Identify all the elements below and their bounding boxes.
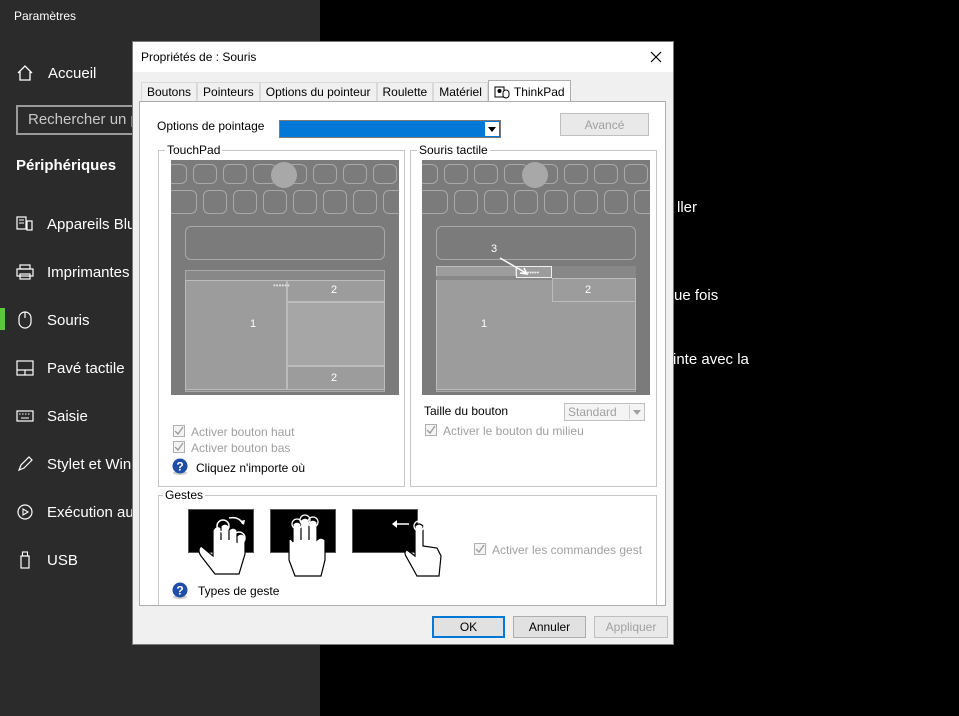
autoplay-icon: [16, 503, 34, 521]
check-icon: [174, 442, 184, 452]
tab-hardware[interactable]: Matériel: [433, 82, 488, 102]
pointing-options-label: Options de pointage: [157, 119, 265, 133]
touchpad-region-label: 2: [331, 372, 338, 384]
enable-top-button-label: Activer bouton haut: [191, 425, 295, 439]
home-label: Accueil: [48, 64, 97, 82]
touchpad-icon: [16, 359, 34, 377]
content-text-fragment: ue fois: [674, 287, 719, 304]
section-title: Périphériques: [16, 157, 117, 174]
enable-top-button-checkbox[interactable]: [173, 425, 185, 437]
help-icon[interactable]: ?: [171, 582, 189, 600]
check-icon: [426, 425, 436, 435]
enable-gesture-commands-checkbox[interactable]: [474, 543, 486, 555]
touchpad-region-label: 1: [250, 318, 257, 330]
cancel-button[interactable]: Annuler: [513, 616, 586, 638]
dialog-title: Propriétés de : Souris: [141, 50, 257, 64]
button-size-value: Standard: [568, 405, 617, 419]
check-icon: [174, 426, 184, 436]
touchpad-region-label: 2: [331, 284, 338, 296]
touch-mouse-group: Souris tactile ••••••• 3 2 1 Taille du b…: [410, 143, 657, 487]
sidebar-item-label: Stylet et Win: [47, 455, 132, 473]
apply-button[interactable]: Appliquer: [594, 616, 668, 638]
touch-mouse-region-label: 2: [585, 284, 592, 296]
window-title: Paramètres: [14, 9, 77, 23]
arrow-icon: [499, 257, 529, 275]
touch-mouse-illustration: ••••••• 3 2 1: [422, 160, 650, 395]
enable-middle-button-checkbox[interactable]: [425, 424, 437, 436]
content-text-fragment: ller: [677, 199, 698, 216]
chevron-down-icon: [629, 405, 643, 419]
trackpoint: [271, 162, 297, 188]
tab-buttons[interactable]: Boutons: [141, 82, 198, 102]
gesture-three-finger-image: [270, 509, 336, 577]
keyboard-icon: [16, 407, 34, 425]
touchpad-region-main: [185, 280, 287, 390]
sidebar-item-label: Exécution au: [47, 503, 134, 521]
touch-mouse-region-right: [552, 278, 636, 302]
dialog-titlebar[interactable]: Propriétés de : Souris: [133, 42, 673, 72]
gesture-swipe-image: [352, 509, 442, 577]
pen-icon: [16, 455, 34, 473]
gesture-rotate-image: [188, 509, 254, 575]
tab-strip: Boutons Pointeurs Options du pointeur Ro…: [141, 80, 571, 102]
home-nav-item[interactable]: Accueil: [16, 61, 96, 85]
touchpad-group: TouchPad •••••• 2 1 2 Activer bouton hau…: [158, 143, 405, 487]
thinkpad-mouse-icon: [494, 86, 510, 98]
touch-mouse-region-label: 3: [491, 243, 498, 255]
printer-icon: [16, 263, 34, 281]
tab-thinkpad[interactable]: ThinkPad: [487, 80, 571, 102]
hand-three-finger-icon: [288, 514, 326, 577]
svg-text:?: ?: [176, 460, 183, 474]
gestures-group: Gestes Activer les commandes gest ? Type…: [158, 488, 657, 605]
sidebar-item-label: Souris: [47, 311, 90, 329]
enable-middle-button-label: Activer le bouton du milieu: [443, 424, 584, 438]
tab-pointer-options[interactable]: Options du pointeur: [259, 82, 377, 102]
gesture-types-link[interactable]: Types de geste: [198, 584, 279, 598]
chevron-down-icon: [485, 122, 499, 136]
usb-icon: [16, 551, 34, 569]
hand-swipe-icon: [392, 520, 442, 577]
home-icon: [17, 65, 33, 81]
button-size-label: Taille du bouton: [424, 404, 509, 418]
tab-thinkpad-label: ThinkPad: [513, 84, 565, 99]
tab-pointers[interactable]: Pointeurs: [197, 82, 260, 102]
sidebar-item-label: USB: [47, 551, 78, 569]
touchpad-illustration: •••••• 2 1 2: [171, 160, 399, 395]
click-anywhere-link[interactable]: Cliquez n'importe où: [196, 461, 305, 475]
sidebar-item-label: Saisie: [47, 407, 88, 425]
hand-rotate-icon: [198, 516, 246, 575]
mouse-icon: [16, 311, 34, 329]
ok-button[interactable]: OK: [432, 616, 505, 638]
tab-wheel[interactable]: Roulette: [376, 82, 434, 102]
touchpad-legend: TouchPad: [165, 143, 223, 157]
advanced-button[interactable]: Avancé: [560, 113, 649, 136]
bluetooth-icon: [16, 215, 34, 233]
close-icon: [650, 51, 662, 63]
pointing-options-dropdown[interactable]: [279, 120, 501, 138]
help-icon[interactable]: ?: [171, 458, 189, 476]
thinkpad-tab-panel: Options de pointage Avancé TouchPad ••••…: [139, 101, 666, 606]
enable-bottom-button-label: Activer bouton bas: [191, 441, 291, 455]
content-text-fragment: inte avec la: [673, 351, 749, 368]
touch-mouse-legend: Souris tactile: [417, 143, 490, 157]
trackpoint: [522, 162, 548, 188]
touch-mouse-region-label: 1: [481, 318, 488, 330]
check-icon: [475, 544, 485, 554]
enable-gesture-commands-label: Activer les commandes gest: [492, 543, 643, 557]
button-size-dropdown[interactable]: Standard: [564, 403, 645, 421]
gestures-legend: Gestes: [163, 488, 206, 502]
svg-text:?: ?: [176, 584, 183, 598]
sidebar-item-label: Pavé tactile: [47, 359, 125, 377]
sidebar-item-label: Imprimantes: [47, 263, 130, 281]
sidebar-item-label: Appareils Blu: [47, 215, 136, 233]
mouse-properties-dialog: Propriétés de : Souris Boutons Pointeurs…: [132, 41, 674, 645]
enable-bottom-button-checkbox[interactable]: [173, 441, 185, 453]
close-button[interactable]: [645, 47, 667, 67]
